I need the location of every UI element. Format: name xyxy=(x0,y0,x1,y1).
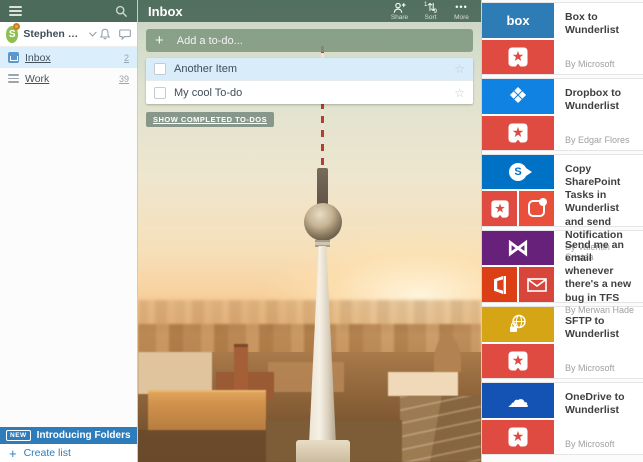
create-list-button[interactable]: + Create list xyxy=(0,444,137,462)
sort-button[interactable]: 1 ⇅ 9 Sort xyxy=(417,2,444,21)
integration-title: Box to Wunderlist xyxy=(565,11,620,37)
integration-card[interactable]: box Box to Wunderlist By Microsoft xyxy=(482,2,643,75)
integration-byline: By Microsoft xyxy=(565,363,615,373)
visual-studio-icon: ⋈ xyxy=(482,231,554,265)
share-person-icon xyxy=(393,2,406,13)
user-account-row[interactable]: S Stephen Sicilia... xyxy=(0,22,137,47)
integration-title: Copy SharePoint Tasks in Wunderlist and … xyxy=(565,163,623,241)
integration-title: Send me an email whenever there's a new … xyxy=(565,239,632,304)
checkbox[interactable] xyxy=(154,86,166,99)
wunderlist-icon xyxy=(482,191,517,226)
notification-badge xyxy=(13,22,21,30)
more-icon: ••• xyxy=(455,1,468,12)
todo-row[interactable]: Another Item ☆ xyxy=(146,58,473,81)
star-icon[interactable]: ☆ xyxy=(454,87,465,99)
hamburger-menu-icon[interactable] xyxy=(9,6,22,16)
chat-bubble-icon[interactable] xyxy=(119,28,131,40)
mail-icon xyxy=(519,267,554,302)
chevron-down-icon[interactable] xyxy=(89,28,97,37)
folders-announcement-label: Introducing Folders xyxy=(36,430,131,441)
avatar: S xyxy=(6,22,21,43)
todo-row[interactable]: My cool To-do ☆ xyxy=(146,81,473,104)
list-label: Inbox xyxy=(25,51,51,64)
star-icon[interactable]: ☆ xyxy=(454,63,465,75)
new-badge: NEW xyxy=(6,430,31,441)
integrations-panel: box Box to Wunderlist By Microsoft ❖ Dro… xyxy=(481,0,643,462)
integration-card[interactable]: SFTP to Wunderlist By Microsoft xyxy=(482,306,643,379)
wunderlist-icon xyxy=(482,343,554,378)
integration-card[interactable]: S Copy SharePoint Tasks in Wunderlist an… xyxy=(482,154,643,262)
wunderlist-icon xyxy=(482,39,554,74)
integration-card[interactable]: ❖ Dropbox to Wunderlist By Edgar Flores xyxy=(482,78,643,151)
wunderlist-icon xyxy=(482,419,554,454)
add-todo-placeholder: Add a to-do... xyxy=(176,34,243,47)
integration-byline: By Microsoft xyxy=(565,59,615,69)
wunderlist-app: S Stephen Sicilia... Inbox 2 Work xyxy=(0,0,643,462)
integration-byline: By Edgar Flores xyxy=(565,135,630,145)
sftp-globe-lock-icon xyxy=(482,307,554,342)
sidebar-header xyxy=(0,0,137,22)
page-title: Inbox xyxy=(148,3,183,19)
integration-card[interactable]: ☁ OneDrive to Wunderlist By Microsoft xyxy=(482,382,643,455)
list-count: 2 xyxy=(123,52,129,63)
list-icon xyxy=(8,73,19,84)
sharepoint-icon: S xyxy=(482,155,554,189)
add-todo-input[interactable]: + Add a to-do... xyxy=(146,29,473,52)
sidebar-item-inbox[interactable]: Inbox 2 xyxy=(0,47,137,68)
share-button[interactable]: Share xyxy=(386,2,413,21)
main-content: Inbox Share 1 ⇅ 9 Sort ••• More + Add a … xyxy=(138,0,481,462)
checkbox[interactable] xyxy=(154,63,166,75)
integration-title: SFTP to Wunderlist xyxy=(565,315,620,341)
bell-icon[interactable] xyxy=(99,28,111,40)
sidebar: S Stephen Sicilia... Inbox 2 Work xyxy=(0,0,138,462)
plus-icon: + xyxy=(9,445,17,461)
list-count: 39 xyxy=(118,73,129,84)
list-label: Work xyxy=(25,72,50,85)
inbox-icon xyxy=(8,52,19,63)
search-icon[interactable] xyxy=(115,5,128,18)
sort-icon: 1 ⇅ 9 xyxy=(424,1,437,15)
todo-title: My cool To-do xyxy=(174,86,243,99)
office-icon xyxy=(482,267,517,302)
integration-title: OneDrive to Wunderlist xyxy=(565,391,625,417)
introducing-folders-banner[interactable]: NEW Introducing Folders xyxy=(0,427,137,444)
integration-byline: By Microsoft xyxy=(565,439,615,449)
onedrive-cloud-icon: ☁ xyxy=(482,383,554,418)
plus-icon: + xyxy=(155,32,164,49)
notification-icon xyxy=(519,191,554,226)
user-name: Stephen Sicilia... xyxy=(23,28,84,40)
todo-title: Another Item xyxy=(174,63,237,75)
list-header: Inbox Share 1 ⇅ 9 Sort ••• More xyxy=(138,0,481,22)
sidebar-item-work[interactable]: Work 39 xyxy=(0,68,137,89)
box-icon: box xyxy=(482,3,554,38)
todo-list: Another Item ☆ My cool To-do ☆ xyxy=(146,58,473,104)
dropbox-icon: ❖ xyxy=(482,79,554,114)
integration-title: Dropbox to Wunderlist xyxy=(565,87,621,113)
create-list-label: Create list xyxy=(23,447,71,459)
integration-card[interactable]: ⋈ Send me an email whenever there's a ne… xyxy=(482,230,643,315)
wunderlist-icon xyxy=(482,115,554,150)
more-button[interactable]: ••• More xyxy=(448,2,475,21)
show-completed-button[interactable]: SHOW COMPLETED TO-DOS xyxy=(146,112,275,127)
